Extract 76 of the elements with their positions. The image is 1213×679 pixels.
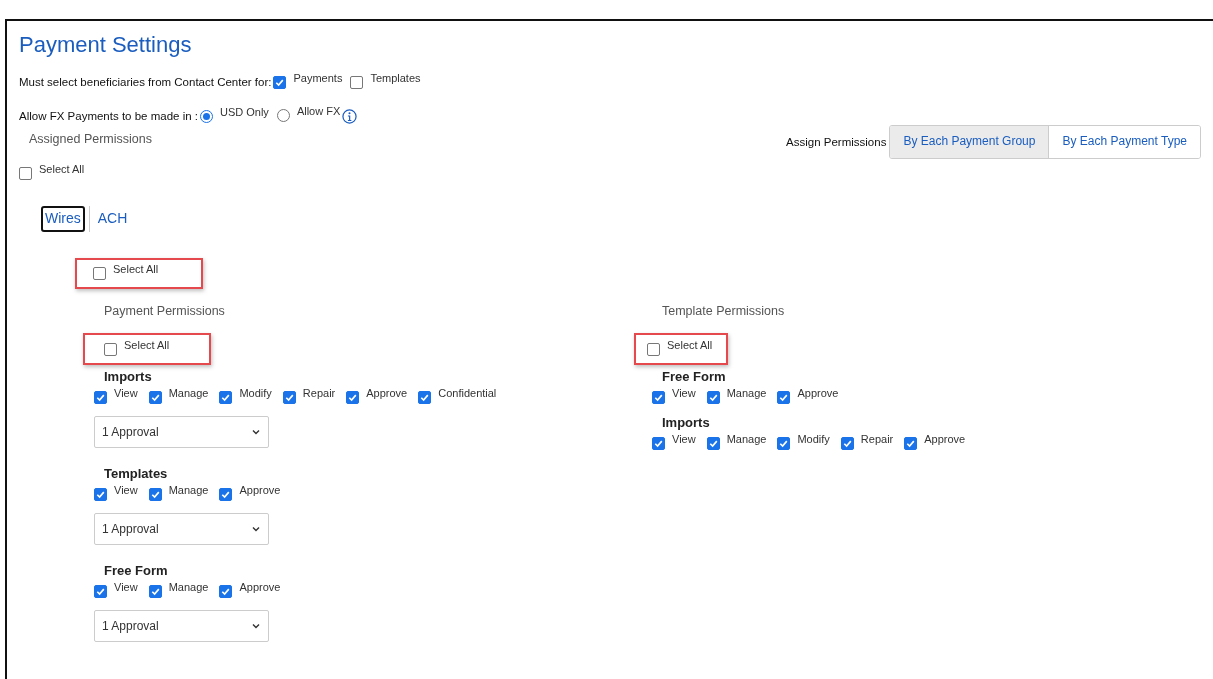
checkbox[interactable] xyxy=(93,267,106,280)
checkbox-label: Select All xyxy=(39,163,85,175)
checkbox-label: Confidential xyxy=(438,387,497,399)
checkbox-label: View xyxy=(114,387,138,399)
checkbox[interactable] xyxy=(777,391,791,404)
assign-label: Assign Permissions xyxy=(786,136,887,148)
chevron-down-icon xyxy=(251,524,261,534)
checkbox-label: Modify xyxy=(239,387,272,399)
chevron-down-icon xyxy=(251,621,261,631)
checkbox[interactable] xyxy=(418,391,432,404)
checkbox[interactable] xyxy=(148,488,162,501)
tab[interactable]: ACH xyxy=(93,206,132,232)
radio-label: USD Only xyxy=(219,105,269,118)
checkbox-label: View xyxy=(672,433,696,445)
checkbox-label: Approve xyxy=(797,387,839,399)
setting-label: Allow FX Payments to be made in : xyxy=(19,110,198,122)
checkbox-label: Manage xyxy=(726,387,767,399)
group-heading: Templates xyxy=(104,466,168,483)
checkbox[interactable] xyxy=(94,391,107,404)
checkbox[interactable] xyxy=(148,585,162,598)
checkbox[interactable] xyxy=(706,391,720,404)
checkbox[interactable] xyxy=(350,75,364,89)
checkbox[interactable] xyxy=(94,488,107,501)
checkbox[interactable] xyxy=(94,585,107,598)
section-heading: Payment Permissions xyxy=(103,304,225,320)
checkbox[interactable] xyxy=(219,585,233,598)
checkbox-label: Manage xyxy=(726,433,767,445)
chevron-down-icon xyxy=(251,427,261,437)
checkbox[interactable] xyxy=(777,437,791,450)
checkbox-label: Approve xyxy=(239,484,281,496)
checkbox-label: View xyxy=(114,484,138,496)
checkbox-label: Approve xyxy=(239,581,281,593)
group-heading: Free Form xyxy=(662,369,726,386)
info-icon[interactable] xyxy=(342,108,358,124)
checkbox[interactable] xyxy=(652,437,665,450)
checkbox-label: Repair xyxy=(302,387,336,399)
checkbox[interactable] xyxy=(706,437,720,450)
checkbox[interactable] xyxy=(652,391,665,404)
checkbox-label: View xyxy=(672,387,696,399)
setting-label: Must select beneficiaries from Contact Center for: xyxy=(19,76,272,88)
checkbox[interactable] xyxy=(104,342,117,356)
section-heading: Template Permissions xyxy=(661,304,785,320)
section-heading: Assigned Permissions xyxy=(28,132,152,148)
checkbox-label: Templates xyxy=(370,71,421,84)
group-heading: Free Form xyxy=(104,563,168,580)
checkbox-label: Manage xyxy=(168,387,209,399)
approval-dropdown[interactable]: 1 Approval xyxy=(94,610,269,642)
checkbox-label: Select All xyxy=(113,263,159,275)
checkbox[interactable] xyxy=(219,488,233,501)
checkbox[interactable] xyxy=(840,437,854,450)
tab[interactable]: Wires xyxy=(41,206,85,232)
checkbox[interactable] xyxy=(273,75,287,89)
page-title: Payment Settings xyxy=(19,31,193,58)
checkbox-label: Approve xyxy=(924,433,966,445)
checkbox-label: Repair xyxy=(860,433,894,445)
group-heading: Imports xyxy=(104,369,152,386)
checkbox[interactable] xyxy=(904,437,918,450)
checkbox-label: Manage xyxy=(168,484,209,496)
checkbox-label: Manage xyxy=(168,581,209,593)
checkbox-label: Approve xyxy=(366,387,408,399)
checkbox-label: View xyxy=(114,581,138,593)
checkbox[interactable] xyxy=(346,391,360,404)
approval-dropdown[interactable]: 1 Approval xyxy=(94,513,269,545)
radio-label: Allow FX xyxy=(296,104,341,117)
checkbox[interactable] xyxy=(219,391,233,404)
checkbox-label: Modify xyxy=(797,433,830,445)
checkbox[interactable] xyxy=(282,391,296,404)
checkbox[interactable] xyxy=(148,391,162,404)
approval-dropdown[interactable]: 1 Approval xyxy=(94,416,269,448)
segment-button[interactable]: By Each Payment Group xyxy=(890,126,1050,158)
checkbox-label: Payments xyxy=(293,71,343,84)
checkbox[interactable] xyxy=(647,342,660,356)
group-heading: Imports xyxy=(662,415,710,432)
checkbox-label: Select All xyxy=(667,338,713,351)
checkbox[interactable] xyxy=(19,167,32,180)
checkbox-label: Select All xyxy=(124,338,170,351)
